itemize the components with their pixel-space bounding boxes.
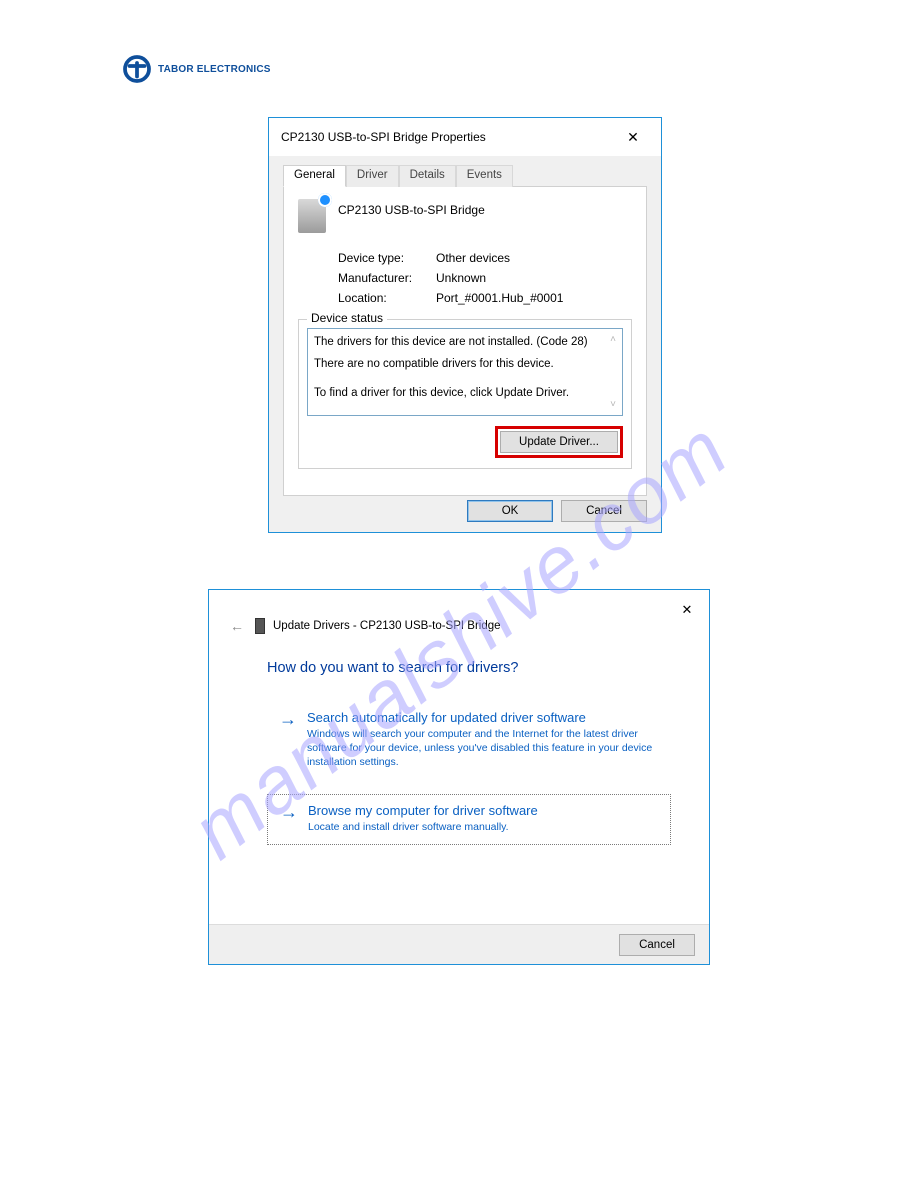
wizard-question: How do you want to search for drivers? <box>267 660 671 676</box>
wizard-cancel-button[interactable]: Cancel <box>619 934 695 956</box>
tab-driver[interactable]: Driver <box>346 165 399 187</box>
chevron-down-icon[interactable]: ˅ <box>606 398 620 412</box>
tab-general[interactable]: General <box>283 165 346 187</box>
tabstrip: General Driver Details Events <box>283 164 647 186</box>
status-line-3: To find a driver for this device, click … <box>314 386 604 402</box>
option2-desc: Locate and install driver software manua… <box>308 820 538 834</box>
update-driver-highlight: Update Driver... <box>495 426 623 458</box>
chevron-up-icon[interactable]: ˄ <box>606 333 620 347</box>
device-icon <box>298 199 326 233</box>
device-status-text[interactable]: The drivers for this device are not inst… <box>307 328 623 416</box>
tab-events[interactable]: Events <box>456 165 513 187</box>
arrow-right-icon: → <box>280 803 298 821</box>
option2-title: Browse my computer for driver software <box>308 803 538 818</box>
tab-panel-general: CP2130 USB-to-SPI Bridge Device type: Ot… <box>283 186 647 496</box>
manufacturer-value: Unknown <box>436 271 486 285</box>
dialog-titlebar[interactable]: CP2130 USB-to-SPI Bridge Properties ✕ <box>269 118 661 156</box>
update-driver-button[interactable]: Update Driver... <box>500 431 618 453</box>
arrow-right-icon: → <box>279 710 297 728</box>
status-line-2: There are no compatible drivers for this… <box>314 357 604 373</box>
wizard-device-icon <box>255 618 265 634</box>
brand-name: TABOR ELECTRONICS <box>158 64 271 75</box>
status-scrollbar[interactable]: ˄ ˅ <box>606 333 620 411</box>
device-type-label: Device type: <box>338 251 436 265</box>
option1-title: Search automatically for updated driver … <box>307 710 659 725</box>
status-line-1: The drivers for this device are not inst… <box>314 335 604 351</box>
close-icon[interactable]: ✕ <box>675 600 699 620</box>
location-value: Port_#0001.Hub_#0001 <box>436 291 563 305</box>
close-icon[interactable]: ✕ <box>617 123 649 151</box>
manufacturer-label: Manufacturer: <box>338 271 436 285</box>
device-properties-dialog: CP2130 USB-to-SPI Bridge Properties ✕ Ge… <box>268 117 662 533</box>
device-name: CP2130 USB-to-SPI Bridge <box>338 199 485 217</box>
wizard-title: Update Drivers - CP2130 USB-to-SPI Bridg… <box>273 620 501 632</box>
device-status-legend: Device status <box>307 311 387 325</box>
option1-desc: Windows will search your computer and th… <box>307 727 659 770</box>
logo-mark-icon <box>122 54 152 84</box>
option-browse-computer[interactable]: → Browse my computer for driver software… <box>267 794 671 845</box>
option-search-automatically[interactable]: → Search automatically for updated drive… <box>267 702 671 780</box>
cancel-button[interactable]: Cancel <box>561 500 647 522</box>
location-label: Location: <box>338 291 436 305</box>
update-drivers-wizard: ✕ ← Update Drivers - CP2130 USB-to-SPI B… <box>208 589 710 965</box>
device-type-value: Other devices <box>436 251 510 265</box>
back-arrow-icon[interactable]: ← <box>227 618 247 634</box>
brand-logo: TABOR ELECTRONICS <box>122 54 271 84</box>
dialog-title: CP2130 USB-to-SPI Bridge Properties <box>281 130 486 144</box>
device-status-group: Device status The drivers for this devic… <box>298 319 632 469</box>
tab-details[interactable]: Details <box>399 165 456 187</box>
ok-button[interactable]: OK <box>467 500 553 522</box>
